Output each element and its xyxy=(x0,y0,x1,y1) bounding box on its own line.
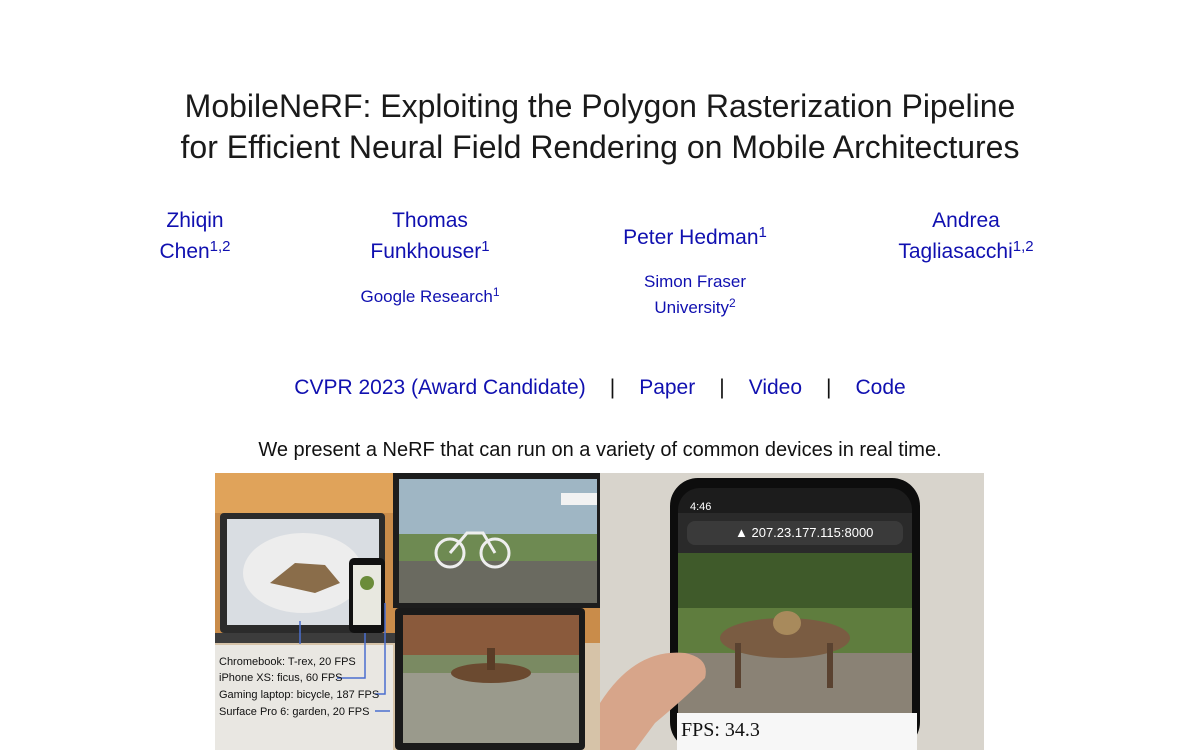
phone-url-bar: ▲ 207.23.177.115:8000 xyxy=(735,525,874,540)
fps-readout: FPS: 34.3 xyxy=(677,713,917,750)
author-thomas-funkhouser[interactable]: Thomas Funkhouser1 xyxy=(330,205,530,267)
device-label-surface: Surface Pro 6: garden, 20 FPS xyxy=(219,706,370,718)
affiliation-sup: 1 xyxy=(492,285,500,299)
author-peter-hedman[interactable]: Peter Hedman1 xyxy=(595,222,795,253)
device-label-gaming-laptop: Gaming laptop: bicycle, 187 FPS xyxy=(219,689,380,701)
link-separator: | xyxy=(609,376,616,399)
author-andrea-tagliasacchi[interactable]: Andrea Tagliasacchi1,2 xyxy=(866,205,1066,267)
paper-link[interactable]: Paper xyxy=(639,376,695,399)
device-label-iphone: iPhone XS: ficus, 60 FPS xyxy=(219,672,343,684)
author-link[interactable]: Thomas Funkhouser1 xyxy=(370,209,489,263)
link-separator: | xyxy=(719,376,725,399)
teaser-image: Chromebook: T-rex, 20 FPS iPhone XS: fic… xyxy=(215,473,984,750)
author-affiliation-sup: 1 xyxy=(758,224,767,241)
author-zhiqin-chen[interactable]: Zhiqin Chen1,2 xyxy=(95,205,295,267)
code-link[interactable]: Code xyxy=(856,376,906,399)
affiliation-sup: 2 xyxy=(728,296,736,310)
video-link[interactable]: Video xyxy=(749,376,802,399)
venue-link[interactable]: CVPR 2023 (Award Candidate) xyxy=(294,376,585,399)
link-separator: | xyxy=(826,376,832,399)
paper-title: MobileNeRF: Exploiting the Polygon Raste… xyxy=(0,86,1200,168)
author-link[interactable]: Andrea Tagliasacchi1,2 xyxy=(898,209,1033,263)
device-label-chromebook: Chromebook: T-rex, 20 FPS xyxy=(219,656,356,668)
title-line-2: for Efficient Neural Field Rendering on … xyxy=(180,129,1020,165)
author-link[interactable]: Peter Hedman1 xyxy=(623,224,767,249)
author-link[interactable]: Zhiqin Chen1,2 xyxy=(159,209,230,263)
affiliation-google-research[interactable]: Google Research1 xyxy=(330,284,530,310)
author-affiliation-sup: 1 xyxy=(481,238,490,255)
author-affiliation-sup: 1,2 xyxy=(1012,238,1034,255)
phone-status-time: 4:46 xyxy=(690,501,712,513)
teaser-caption: We present a NeRF that can run on a vari… xyxy=(258,439,942,461)
title-line-1: MobileNeRF: Exploiting the Polygon Raste… xyxy=(184,88,1016,124)
affiliation-simon-fraser[interactable]: Simon Fraser University2 xyxy=(595,269,795,321)
links-bar: CVPR 2023 (Award Candidate) | Paper | Video |… xyxy=(0,374,1200,402)
author-affiliation-sup: 1,2 xyxy=(209,238,231,255)
